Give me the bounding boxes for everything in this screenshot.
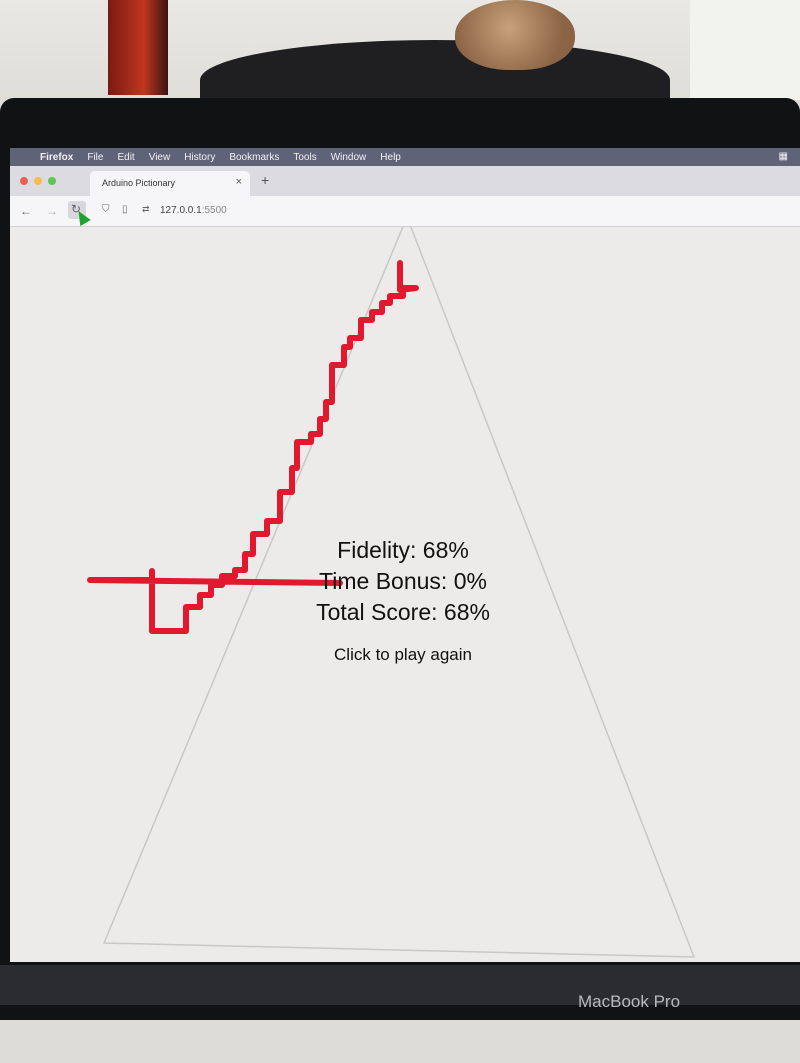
menu-edit[interactable]: Edit xyxy=(117,152,134,163)
maximize-window-button[interactable] xyxy=(48,177,56,185)
menu-tools[interactable]: Tools xyxy=(293,152,316,163)
url-host: 127.0.0.1 xyxy=(160,205,202,216)
laptop-screen: Firefox File Edit View History Bookmarks… xyxy=(10,148,800,962)
forward-icon[interactable]: → xyxy=(46,204,58,218)
tab-close-icon[interactable]: × xyxy=(236,176,242,188)
laptop: Firefox File Edit View History Bookmarks… xyxy=(0,98,800,1023)
play-again-button[interactable]: Click to play again xyxy=(203,645,603,665)
new-tab-button[interactable]: + xyxy=(261,172,269,188)
minimize-window-button[interactable] xyxy=(34,177,42,185)
menu-view[interactable]: View xyxy=(149,152,171,163)
menu-history[interactable]: History xyxy=(184,152,215,163)
laptop-brand-label: MacBook Pro xyxy=(578,992,681,1011)
url-bar[interactable]: 127.0.0.1:5500 xyxy=(160,205,227,216)
navigation-bar: ← → ↻ ⛉ ▯ ⇄ 127.0.0.1:5500 xyxy=(10,196,800,227)
total-score: Total Score: 68% xyxy=(316,599,490,625)
time-bonus-score: Time Bonus: 0% xyxy=(319,568,487,594)
menu-bookmarks[interactable]: Bookmarks xyxy=(229,152,279,163)
status-icon[interactable]: ▦ xyxy=(779,151,788,162)
window xyxy=(690,0,800,100)
menu-firefox[interactable]: Firefox xyxy=(40,152,73,163)
url-port: :5500 xyxy=(201,205,227,216)
shield-icon[interactable]: ⛉ xyxy=(102,204,110,215)
person-head xyxy=(455,0,575,70)
menubar: Firefox File Edit View History Bookmarks… xyxy=(10,148,800,166)
menu-file[interactable]: File xyxy=(87,152,103,163)
connection-icon[interactable]: ⇄ xyxy=(142,204,150,215)
menu-window[interactable]: Window xyxy=(331,152,367,163)
menu-help[interactable]: Help xyxy=(380,152,401,163)
tab-arduino-pictionary[interactable]: Arduino Pictionary × xyxy=(90,171,250,196)
wall-poster xyxy=(108,0,168,95)
desk-surface xyxy=(0,1020,800,1063)
back-icon[interactable]: ← xyxy=(20,204,32,218)
tab-title: Arduino Pictionary xyxy=(102,178,176,188)
tab-bar: Arduino Pictionary × + xyxy=(10,166,800,196)
fidelity-score: Fidelity: 68% xyxy=(337,537,469,563)
close-window-button[interactable] xyxy=(20,177,28,185)
page-icon[interactable]: ▯ xyxy=(122,204,128,215)
game-canvas[interactable]: Fidelity: 68% Time Bonus: 0% Total Score… xyxy=(10,227,800,962)
